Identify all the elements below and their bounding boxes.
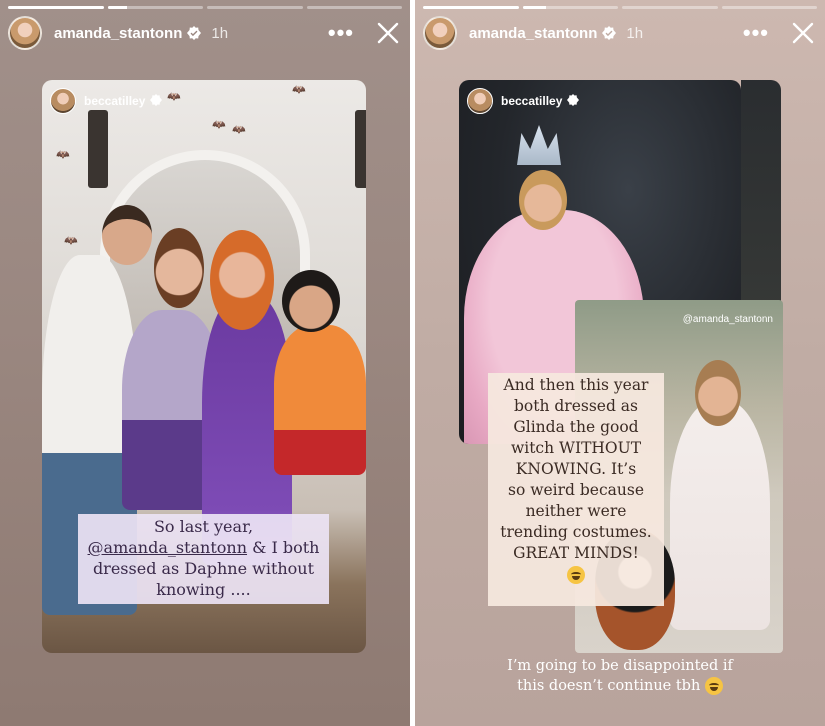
- bat-decoration: 🦇: [167, 91, 181, 103]
- story-progress-bar: [8, 6, 402, 9]
- bat-decoration: 🦇: [64, 235, 78, 247]
- progress-segment: [107, 6, 203, 9]
- progress-segment: [306, 6, 402, 9]
- caption-line: dressed as Daphne without: [92, 559, 315, 578]
- caption-line: trending costumes.: [500, 523, 652, 541]
- caption-text: this doesn’t continue tbh: [517, 678, 701, 694]
- caption-line: both dressed as: [513, 397, 639, 415]
- progress-segment: [622, 6, 718, 9]
- close-icon[interactable]: [376, 21, 400, 45]
- bat-decoration: 🦇: [56, 149, 70, 161]
- bat-decoration: 🦇: [232, 124, 246, 136]
- avatar[interactable]: [423, 16, 457, 50]
- bat-decoration: 🦇: [212, 119, 226, 131]
- avatar[interactable]: [8, 16, 42, 50]
- story-caption: And then this year both dressed as Glind…: [488, 373, 664, 606]
- caption-line: knowing ....: [156, 580, 251, 599]
- person-head: [102, 205, 152, 265]
- caption-line: this doesn’t continue tbh: [415, 676, 825, 696]
- wall-sconce: [355, 110, 366, 188]
- verified-badge-icon: [567, 94, 581, 108]
- story-progress-bar: [423, 6, 817, 9]
- progress-segment: [423, 6, 519, 9]
- verified-badge-icon: [187, 26, 202, 40]
- post-author-handle[interactable]: beccatilley: [50, 88, 164, 114]
- laughing-emoji-icon: [704, 677, 723, 695]
- caption-line: @amanda_stantonn & I both: [82, 537, 325, 558]
- laughing-emoji-icon: [567, 566, 585, 584]
- crown: [517, 125, 561, 165]
- inner-photo-handle[interactable]: @amanda_stantonn: [683, 314, 773, 325]
- progress-segment: [522, 6, 618, 9]
- caption-line: witch WITHOUT: [510, 439, 642, 457]
- post-author-username: beccatilley: [84, 94, 146, 108]
- post-time: 1h: [211, 24, 229, 42]
- progress-segment: [721, 6, 817, 9]
- person-velma: [274, 325, 366, 475]
- caption-line: neither were: [525, 502, 627, 520]
- close-icon[interactable]: [791, 21, 815, 45]
- wall-sconce: [88, 110, 108, 188]
- post-author-username: beccatilley: [501, 94, 563, 108]
- person-head: [519, 170, 567, 230]
- person-head: [154, 228, 204, 308]
- story-panel-1[interactable]: amanda_stantonn 1h ••• 🦇 🦇 🦇 🦇 🦇 🦇 becca…: [0, 0, 410, 726]
- caption-line: So last year,: [153, 517, 254, 536]
- more-options-icon[interactable]: •••: [743, 16, 769, 50]
- post-author-handle[interactable]: beccatilley: [467, 88, 581, 114]
- story-bottom-caption: I’m going to be disappointed if this doe…: [415, 656, 825, 696]
- avatar: [50, 88, 76, 114]
- verified-badge-icon: [150, 94, 164, 108]
- caption-line: And then this year: [503, 376, 649, 394]
- story-caption: So last year, @amanda_stantonn & I both …: [78, 514, 329, 604]
- mention-link[interactable]: @amanda_stantonn: [88, 538, 248, 557]
- story-header: amanda_stantonn 1h •••: [8, 16, 402, 50]
- caption-line: so weird because: [508, 481, 644, 499]
- progress-segment: [8, 6, 104, 9]
- username[interactable]: amanda_stantonn: [469, 25, 597, 42]
- more-options-icon[interactable]: •••: [328, 16, 354, 50]
- caption-line: [492, 564, 660, 585]
- person-head: [210, 230, 274, 330]
- caption-text: & I both: [247, 538, 320, 557]
- verified-badge-icon: [602, 26, 617, 40]
- post-time: 1h: [626, 24, 644, 42]
- caption-line: GREAT MINDS!: [513, 544, 639, 562]
- caption-line: Glinda the good: [513, 418, 639, 436]
- caption-line: KNOWING. It’s: [515, 460, 637, 478]
- person-head: [282, 270, 340, 332]
- story-header: amanda_stantonn 1h •••: [423, 16, 817, 50]
- person-head: [695, 360, 741, 426]
- caption-line: I’m going to be disappointed if: [507, 658, 733, 674]
- username[interactable]: amanda_stantonn: [54, 25, 182, 42]
- person-glinda-2: [670, 400, 770, 630]
- bat-decoration: 🦇: [292, 84, 306, 96]
- progress-segment: [207, 6, 303, 9]
- story-panel-2[interactable]: amanda_stantonn 1h ••• beccatilley @aman…: [415, 0, 825, 726]
- avatar: [467, 88, 493, 114]
